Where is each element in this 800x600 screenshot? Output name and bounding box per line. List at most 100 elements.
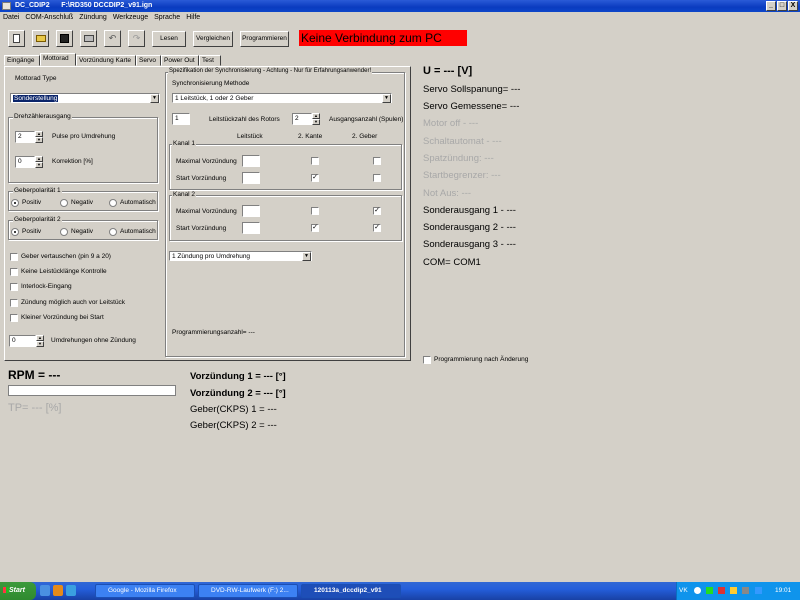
pulses-stepper[interactable]: ▲ ▼ bbox=[35, 131, 43, 143]
output-count-stepper[interactable]: ▲ ▼ bbox=[312, 113, 320, 125]
save-button[interactable] bbox=[56, 30, 73, 47]
new-file-button[interactable] bbox=[8, 30, 25, 47]
sync-method-label: Synchronisierung Methode bbox=[172, 80, 250, 87]
revolutions-input[interactable]: 0 bbox=[9, 335, 36, 347]
sync-method-select[interactable]: 1 Leitstück, 1 oder 2 Geber ▼ bbox=[172, 93, 392, 103]
chevron-down-icon[interactable]: ▼ bbox=[382, 94, 391, 103]
spin-down-icon[interactable]: ▼ bbox=[36, 341, 44, 347]
geber-1: Geber(CKPS) 1 = --- bbox=[190, 404, 277, 415]
menu-hilfe[interactable]: Hilfe bbox=[183, 12, 203, 23]
open-file-button[interactable] bbox=[32, 30, 49, 47]
korrektion-stepper[interactable]: ▲ ▼ bbox=[35, 156, 43, 168]
show-desktop-icon[interactable] bbox=[40, 585, 50, 596]
redo-icon: ↷ bbox=[132, 33, 141, 43]
motor-off: Motor off - --- bbox=[423, 118, 479, 129]
check-kleiner-vorzundung[interactable] bbox=[10, 314, 18, 322]
tray-icon[interactable] bbox=[730, 587, 737, 594]
menu-sprache[interactable]: Sprache bbox=[151, 12, 183, 23]
check-zundung-vor[interactable] bbox=[10, 299, 18, 307]
tray-icon[interactable] bbox=[706, 587, 713, 594]
prog-count: Programmierungsanzahl= --- bbox=[172, 329, 255, 336]
tab-vorzundung-karte[interactable]: Vorzündung Karte bbox=[76, 55, 136, 66]
check-interlock[interactable] bbox=[10, 283, 18, 291]
rotor-count-input[interactable]: 1 bbox=[172, 113, 190, 125]
redo-button[interactable]: ↷ bbox=[128, 30, 145, 47]
channel2-max-geber-check[interactable]: ✓ bbox=[373, 207, 381, 215]
taskbar-item-firefox[interactable]: Google - Mozilla Firefox bbox=[95, 584, 195, 598]
korrektion-input[interactable]: 0 bbox=[15, 156, 35, 168]
voltage-readout: U = --- [V] bbox=[423, 65, 473, 77]
output-count-input[interactable]: 2 bbox=[292, 113, 312, 125]
program-button[interactable]: Programmieren bbox=[240, 31, 289, 47]
tab-mottorad[interactable]: Mottorad bbox=[40, 53, 76, 66]
check-geber-vertauschen[interactable] bbox=[10, 253, 18, 261]
prog-after-change-check[interactable] bbox=[423, 356, 431, 364]
menu-com[interactable]: COM-Anschluß bbox=[22, 12, 76, 23]
tab-test[interactable]: Test bbox=[199, 55, 221, 66]
channel2-max-kante-check[interactable] bbox=[311, 207, 319, 215]
network-icon[interactable] bbox=[755, 587, 762, 594]
pol2-automatisch-radio[interactable] bbox=[109, 228, 117, 236]
tab-power-out[interactable]: Power Out bbox=[161, 55, 199, 66]
korrektion-label: Korrektion [%] bbox=[52, 158, 93, 165]
maximize-button[interactable]: □ bbox=[777, 1, 787, 11]
pol2-positiv-radio[interactable] bbox=[11, 228, 19, 236]
pol1-negativ-label: Negativ bbox=[71, 199, 94, 206]
channel1-max-geber-check[interactable] bbox=[373, 157, 381, 165]
channel2-start-geber-check[interactable]: ✓ bbox=[373, 224, 381, 232]
close-button[interactable]: X bbox=[788, 1, 798, 11]
menu-datei[interactable]: Datei bbox=[0, 12, 22, 23]
pol2-negativ-label: Negativ bbox=[71, 228, 94, 235]
menu-zundung[interactable]: Zündung bbox=[76, 12, 110, 23]
spin-down-icon[interactable]: ▼ bbox=[35, 137, 43, 143]
mottorad-type-select[interactable]: Sonderstellung ▼ bbox=[10, 93, 160, 103]
channel1-label: Kanal 1 bbox=[172, 140, 197, 147]
channel2-start-kante-check[interactable]: ✓ bbox=[311, 224, 319, 232]
servo-soll: Servo Sollspanung= --- bbox=[423, 84, 521, 95]
pol1-automatisch-radio[interactable] bbox=[109, 199, 117, 207]
ignition-mode-select[interactable]: 1 Zündung pro Umdrehung ▼ bbox=[169, 251, 312, 261]
rotor-count-label: Leitstückzahl des Rotors bbox=[209, 116, 280, 123]
window-title-bar[interactable]: DC_CDIP2 F:\RD350 DCCDIP2_v91.ign _ □ X bbox=[0, 0, 800, 12]
channel2-start-input[interactable] bbox=[242, 222, 260, 234]
chevron-down-icon[interactable]: ▼ bbox=[150, 94, 159, 103]
channel1-max-input[interactable] bbox=[242, 155, 260, 167]
tp-readout: TP= --- [%] bbox=[8, 402, 62, 414]
chevron-down-icon[interactable]: ▼ bbox=[302, 252, 311, 261]
check-keine-kontrolle-label: Keine Leistücklänge Kontrolle bbox=[21, 268, 107, 275]
minimize-button[interactable]: _ bbox=[766, 1, 776, 11]
pulses-input[interactable]: 2 bbox=[15, 131, 35, 143]
sonderausgang-3: Sonderausgang 3 - --- bbox=[423, 239, 516, 250]
geber-2: Geber(CKPS) 2 = --- bbox=[190, 420, 277, 431]
tab-eingange[interactable]: Eingänge bbox=[4, 55, 40, 66]
pol1-positiv-radio[interactable] bbox=[11, 199, 19, 207]
tray-icon[interactable] bbox=[694, 587, 701, 594]
channel1-start-input[interactable] bbox=[242, 172, 260, 184]
compare-button[interactable]: Vergleichen bbox=[193, 31, 233, 47]
language-indicator[interactable]: VK bbox=[679, 587, 688, 594]
channel1-max-kante-check[interactable] bbox=[311, 157, 319, 165]
pol2-negativ-radio[interactable] bbox=[60, 228, 68, 236]
undo-button[interactable]: ↶ bbox=[104, 30, 121, 47]
channel2-max-input[interactable] bbox=[242, 205, 260, 217]
check-interlock-label: Interlock-Eingang bbox=[21, 283, 72, 290]
taskbar-item-dvd[interactable]: DVD-RW-Laufwerk (F:) 2... bbox=[198, 584, 298, 598]
spin-down-icon[interactable]: ▼ bbox=[312, 119, 320, 125]
firefox-icon[interactable] bbox=[53, 585, 63, 596]
menu-werkzeuge[interactable]: Werkzeuge bbox=[110, 12, 151, 23]
spin-down-icon[interactable]: ▼ bbox=[35, 162, 43, 168]
volume-icon[interactable] bbox=[742, 587, 749, 594]
tray-icon[interactable] bbox=[718, 587, 725, 594]
channel1-start-kante-check[interactable]: ✓ bbox=[311, 174, 319, 182]
polarity2-group-label: Geberpolarität 2 bbox=[13, 216, 62, 223]
revolutions-stepper[interactable]: ▲ ▼ bbox=[36, 335, 44, 347]
tab-servo[interactable]: Servo bbox=[136, 55, 161, 66]
print-button[interactable] bbox=[80, 30, 97, 47]
servo-gemessene: Servo Gemessene= --- bbox=[423, 101, 520, 112]
pol1-negativ-radio[interactable] bbox=[60, 199, 68, 207]
channel1-start-geber-check[interactable] bbox=[373, 174, 381, 182]
check-keine-kontrolle[interactable] bbox=[10, 268, 18, 276]
read-button[interactable]: Lesen bbox=[152, 31, 186, 47]
ie-icon[interactable] bbox=[66, 585, 76, 596]
taskbar-item-app[interactable]: 120113a_dccdip2_v91 bbox=[301, 584, 401, 598]
